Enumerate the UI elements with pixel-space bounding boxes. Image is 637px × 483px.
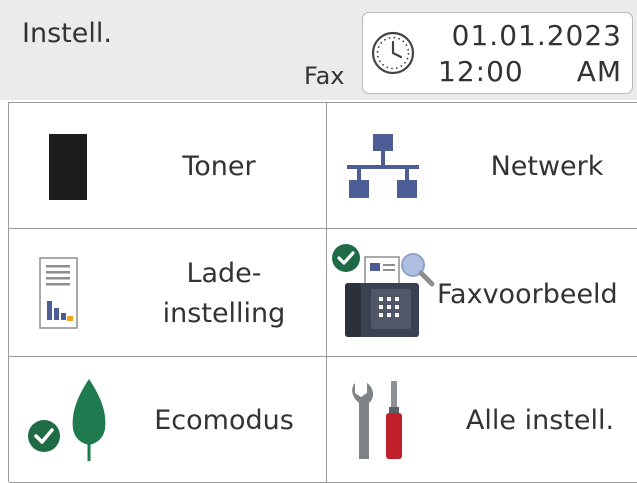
toner-label: Toner: [182, 151, 256, 182]
report-document-icon: [39, 257, 78, 329]
all-settings-tile[interactable]: Alle instell.: [327, 357, 637, 483]
date-text: 01.01.2023: [451, 19, 622, 52]
network-icon: [347, 134, 419, 198]
time-text: 12:00: [438, 55, 524, 88]
page-title: Instell.: [22, 18, 112, 49]
charge-setting-label-line2: instelling: [162, 298, 286, 329]
charge-setting-tile[interactable]: Lade- instelling: [9, 229, 327, 357]
network-label: Netwerk: [490, 151, 604, 182]
fax-preview-tile[interactable]: Faxvoorbeeld: [327, 229, 637, 357]
tools-icon: [352, 381, 402, 459]
charge-setting-label-line1: Lade-: [186, 258, 262, 289]
date-time-button[interactable]: 01.01.2023 12:00 AM: [362, 12, 633, 94]
all-settings-label: Alle instell.: [465, 405, 615, 436]
status-header: Instell. Fax 01.01.2023 12:00 AM: [0, 0, 637, 100]
charge-setting-label: Lade- instelling: [149, 254, 299, 334]
fax-mode-label: Fax: [304, 62, 345, 90]
clock-icon: [371, 31, 415, 75]
toner-tile[interactable]: Toner: [9, 103, 327, 229]
check-badge-icon: [332, 244, 360, 272]
eco-mode-label: Ecomodus: [154, 405, 294, 436]
network-tile[interactable]: Netwerk: [327, 103, 637, 229]
eco-leaf-icon: [72, 379, 106, 461]
toner-cartridge-icon: [49, 134, 87, 200]
fax-preview-label: Faxvoorbeeld: [437, 279, 618, 310]
eco-mode-tile[interactable]: Ecomodus: [9, 357, 327, 483]
check-badge-icon: [28, 420, 60, 452]
settings-grid: Toner Netwerk Lade- instelling Faxvoorbe…: [8, 102, 637, 483]
ampm-text: AM: [576, 55, 622, 88]
